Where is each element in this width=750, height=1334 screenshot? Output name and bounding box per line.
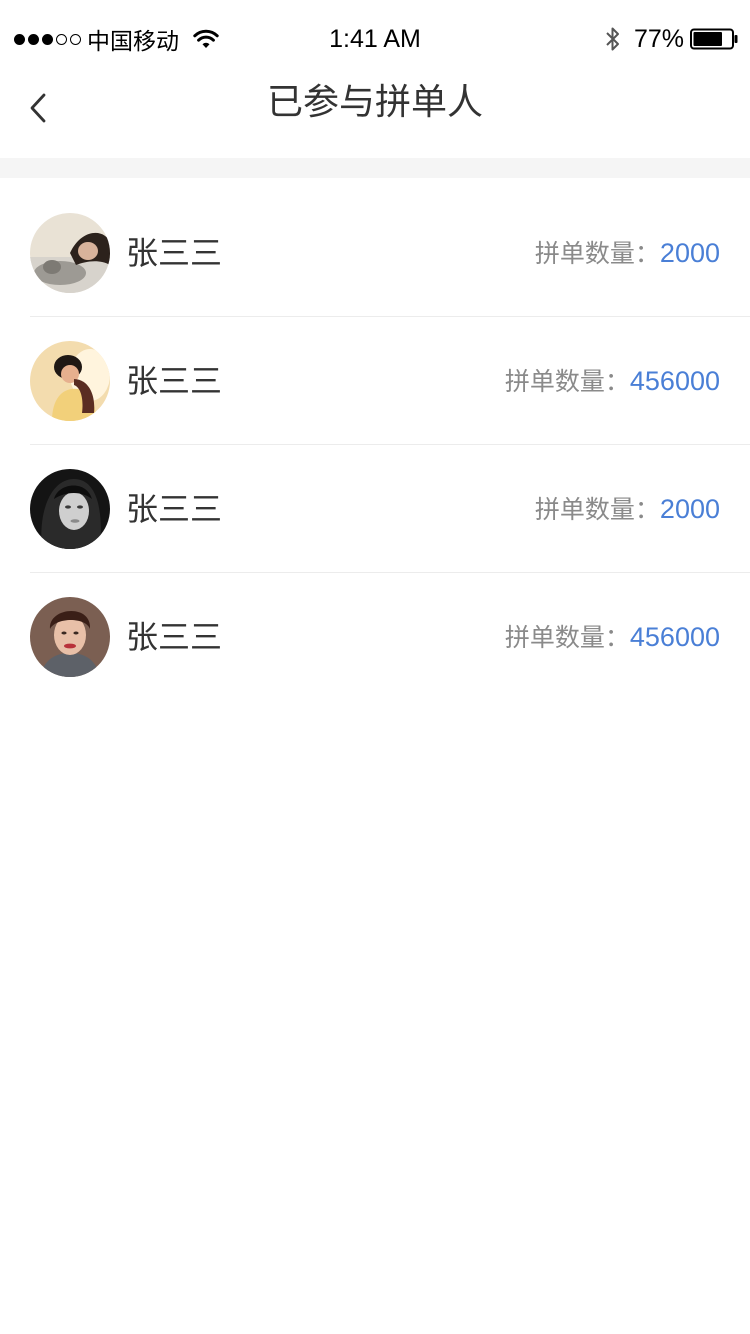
avatar-image: [30, 597, 110, 677]
participant-list: 张三三 拼单数量：2000 张三三 拼单数量：456000 张三三 拼单数量：2…: [0, 189, 750, 701]
nav-bar: 已参与拼单人: [0, 78, 750, 158]
order-count-label: 拼单数量：: [534, 495, 660, 524]
participant-row[interactable]: 张三三 拼单数量：2000: [30, 445, 750, 573]
participant-name: 张三三: [126, 362, 223, 400]
order-count-value: 2000: [659, 494, 720, 524]
participant-name: 张三三: [126, 618, 223, 656]
order-count: 拼单数量：2000: [535, 445, 720, 577]
bluetooth-icon: [606, 27, 619, 51]
avatar-image: [30, 341, 110, 421]
avatar-image: [30, 213, 110, 293]
order-count: 拼单数量：2000: [535, 189, 720, 321]
avatar: [30, 597, 110, 677]
status-bar: 中国移动 1:41 AM 77%: [0, 0, 750, 78]
order-count-value: 456000: [629, 622, 720, 652]
battery-icon: [690, 28, 738, 50]
order-count: 拼单数量：456000: [505, 317, 720, 449]
avatar-image: [30, 469, 110, 549]
battery-percent: 77%: [633, 24, 684, 53]
page-title: 已参与拼单人: [266, 82, 483, 123]
participant-name: 张三三: [126, 234, 223, 272]
participant-row[interactable]: 张三三 拼单数量：2000: [30, 189, 750, 317]
avatar: [30, 341, 110, 421]
order-count-value: 2000: [659, 238, 720, 268]
order-count: 拼单数量：456000: [505, 573, 720, 705]
section-separator: [0, 158, 750, 178]
order-count-value: 456000: [629, 366, 720, 396]
participant-row[interactable]: 张三三 拼单数量：456000: [30, 573, 750, 701]
order-count-label: 拼单数量：: [504, 623, 630, 652]
avatar: [30, 469, 110, 549]
order-count-label: 拼单数量：: [534, 239, 660, 268]
order-count-label: 拼单数量：: [504, 367, 630, 396]
participant-name: 张三三: [126, 490, 223, 528]
status-right: 77%: [604, 22, 738, 56]
avatar: [30, 213, 110, 293]
participant-row[interactable]: 张三三 拼单数量：456000: [30, 317, 750, 445]
